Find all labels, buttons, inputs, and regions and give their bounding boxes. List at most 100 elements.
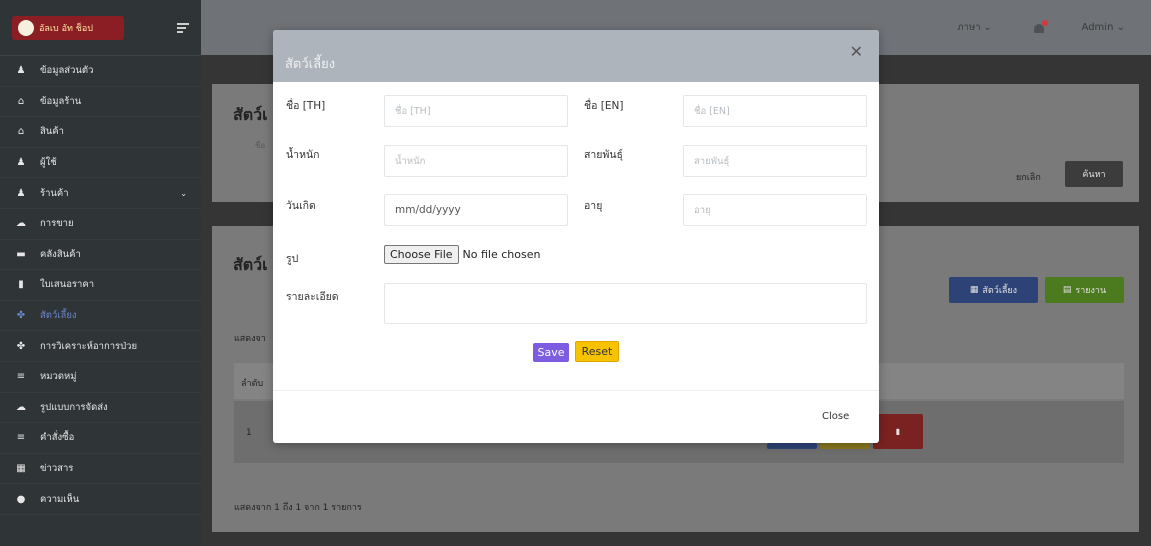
sidebar-item-label: ความเห็น [40, 493, 80, 505]
language-label: ภาษา [957, 22, 981, 33]
brand-logo-text: อัลเบ อัท ช็อป [39, 23, 93, 34]
sidebar-item-label: ข้อมูลร้าน [40, 95, 82, 107]
sidebar-item-13[interactable]: ▦ ข่าวสาร [0, 454, 201, 485]
birthdate-label: วันเกิด [286, 200, 316, 212]
sidebar-item-4[interactable]: ♟ ร้านค้า ⌄ [0, 178, 201, 209]
brand-bar: อัลเบ อัท ช็อป [0, 0, 201, 56]
brand-logo[interactable]: อัลเบ อัท ช็อป [12, 15, 124, 40]
chevron-down-icon: ⌄ [983, 22, 992, 33]
pet-list-title: สัตว์เ [233, 255, 268, 274]
pet-modal: สัตว์เลี้ยง ✕ [273, 30, 879, 443]
user-dropdown[interactable]: Admin ⌄ [1082, 22, 1125, 33]
sidebar-item-7[interactable]: ▮ ใบเสนอราคา [0, 270, 201, 301]
breed-input[interactable]: สายพันธุ์ [683, 145, 867, 177]
comment-icon: ● [16, 493, 26, 505]
sidebar-item-label: สินค้า [40, 126, 64, 138]
sidebar-item-label: การขาย [40, 218, 74, 230]
sidebar-item-10[interactable]: ≡ หมวดหมู่ [0, 362, 201, 393]
order-column-header: ลำดับ [241, 379, 264, 389]
menu-toggle-icon[interactable] [177, 21, 189, 35]
language-dropdown[interactable]: ภาษา ⌄ [957, 20, 991, 35]
sidebar-item-label: รูปแบบการจัดส่ง [40, 401, 108, 413]
file-icon: ▤ [1062, 285, 1072, 295]
add-pet-label: สัตว์เลี้ยง [982, 286, 1018, 296]
paw-icon: ✤ [16, 310, 26, 322]
sidebar-item-1[interactable]: ⌂ ข้อมูลร้าน [0, 87, 201, 118]
users-icon: ♟ [16, 157, 26, 169]
sidebar-item-12[interactable]: ≡ คำสั่งซื้อ [0, 423, 201, 454]
close-button[interactable]: Close [822, 411, 849, 422]
showing-info-top: แสดงจา [234, 334, 266, 344]
weight-label: น้ำหนัก [286, 149, 320, 161]
sidebar-item-label: ข้อมูลส่วนตัว [40, 65, 94, 77]
search-button[interactable]: ค้นหา [1065, 161, 1123, 187]
sidebar-menu: ♟ ข้อมูลส่วนตัว ⌂ ข้อมูลร้าน ⌂ สินค้า ♟ ผู้ใช้ ♟… [0, 56, 201, 515]
sidebar-item-2[interactable]: ⌂ สินค้า [0, 117, 201, 148]
sidebar-item-label: คลังสินค้า [40, 248, 81, 260]
sidebar-item-label: สัตว์เลี้ยง [40, 310, 77, 322]
box-icon: ▬ [16, 248, 26, 260]
modal-title: สัตว์เลี้ยง [285, 57, 336, 72]
pet-logo-icon [18, 19, 34, 36]
file-status: No file chosen [462, 248, 541, 261]
sidebar-item-8[interactable]: ✤ สัตว์เลี้ยง [0, 301, 201, 332]
home-icon: ⌂ [17, 95, 25, 107]
sidebar-item-11[interactable]: ☁ รูปแบบการจัดส่ง [0, 393, 201, 424]
image-label: รูป [286, 253, 299, 265]
car-icon: ☁ [16, 218, 26, 230]
age-input[interactable]: อายุ [683, 194, 867, 226]
sidebar-item-9[interactable]: ✤ การวิเคราะห์อาการป่วย [0, 331, 201, 362]
row-index: 1 [246, 428, 252, 438]
modal-header: สัตว์เลี้ยง ✕ [273, 30, 879, 82]
birthdate-input[interactable]: mm/dd/yyyy [384, 194, 568, 226]
cancel-button[interactable]: ยกเลิก [1016, 170, 1041, 184]
reset-button[interactable]: Reset [575, 341, 619, 362]
showing-info-bottom: แสดงจาก 1 ถึง 1 จาก 1 รายการ [234, 503, 362, 513]
form-icon: ▦ [969, 285, 979, 295]
sidebar-item-0[interactable]: ♟ ข้อมูลส่วนตัว [0, 56, 201, 87]
sidebar-item-3[interactable]: ♟ ผู้ใช้ [0, 148, 201, 179]
search-name-placeholder: ชื่อ [255, 141, 266, 150]
choose-file-button[interactable]: Choose File [384, 245, 459, 264]
paw-icon: ✤ [16, 340, 26, 352]
sidebar-item-5[interactable]: ☁ การขาย [0, 209, 201, 240]
sidebar-item-label: ร้านค้า [40, 187, 69, 199]
report-button[interactable]: ▤ รายงาน [1045, 277, 1124, 303]
close-icon[interactable]: ✕ [850, 42, 863, 61]
name-en-label: ชื่อ [EN] [584, 100, 624, 112]
add-pet-button[interactable]: ▦ สัตว์เลี้ยง [949, 277, 1038, 303]
delete-button[interactable]: ▮ [873, 414, 923, 449]
sidebar-item-14[interactable]: ● ความเห็น [0, 484, 201, 515]
report-label: รายงาน [1075, 286, 1107, 296]
database-icon: ≡ [16, 432, 26, 444]
age-label: อายุ [584, 200, 603, 212]
view-button[interactable] [820, 443, 870, 449]
car-icon: ☁ [16, 401, 26, 413]
detail-label: รายละเอียด [286, 291, 339, 303]
search-card-title: สัตว์เ [233, 105, 268, 124]
name-th-input[interactable]: ชื่อ [TH] [384, 95, 568, 127]
modal-footer-divider [273, 390, 879, 391]
name-en-input[interactable]: ชื่อ [EN] [683, 95, 867, 127]
sidebar-item-label: หมวดหมู่ [40, 371, 77, 383]
newspaper-icon: ▦ [16, 463, 26, 475]
chevron-down-icon: ⌄ [1116, 22, 1125, 33]
name-th-label: ชื่อ [TH] [286, 100, 326, 112]
sidebar-item-label: ใบเสนอราคา [40, 279, 95, 291]
breed-label: สายพันธุ์ [584, 149, 623, 161]
edit-button[interactable] [767, 443, 817, 449]
detail-textarea[interactable] [384, 283, 867, 324]
home-icon: ⌂ [17, 126, 25, 138]
sidebar-item-label: ข่าวสาร [40, 463, 74, 475]
users-icon: ♟ [16, 187, 26, 199]
database-icon: ≡ [16, 371, 26, 383]
save-button[interactable]: Save [533, 343, 569, 362]
notification-bell-icon[interactable] [1032, 19, 1048, 35]
sidebar-item-label: การวิเคราะห์อาการป่วย [40, 340, 138, 352]
image-file-input[interactable]: Choose File No file chosen [384, 245, 540, 264]
weight-input[interactable]: น้ำหนัก [384, 145, 568, 177]
sidebar-item-6[interactable]: ▬ คลังสินค้า [0, 240, 201, 271]
chevron-down-icon: ⌄ [180, 188, 187, 198]
trash-icon: ▮ [895, 427, 901, 436]
sidebar: อัลเบ อัท ช็อป ♟ ข้อมูลส่วนตัว ⌂ ข้อมูลร้าน… [0, 0, 201, 546]
